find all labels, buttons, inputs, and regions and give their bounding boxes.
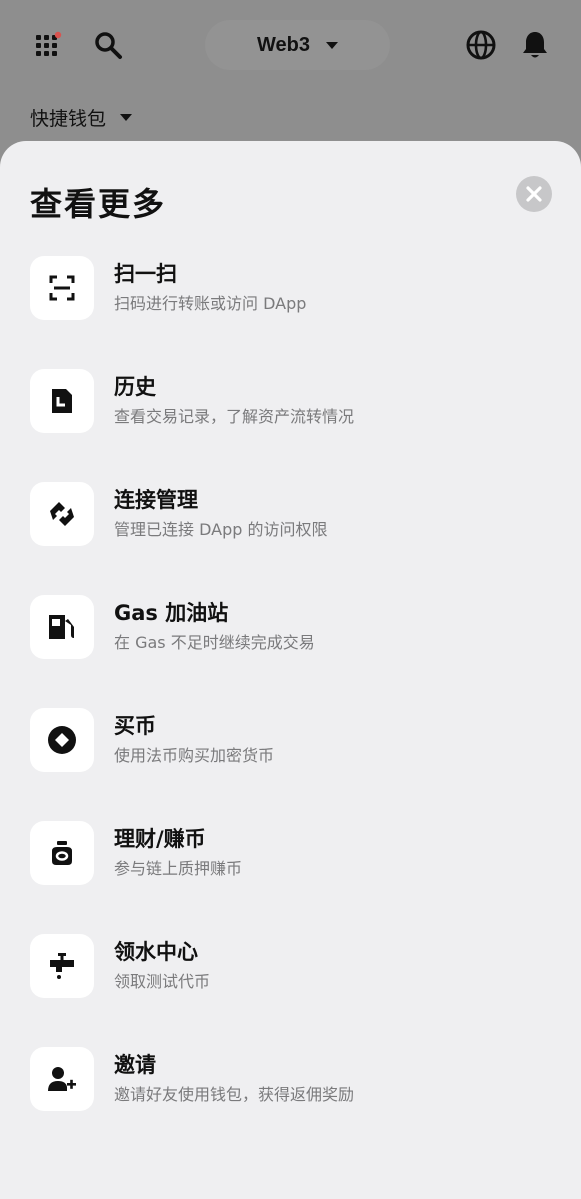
chevron-down-icon (120, 114, 133, 121)
menu-item-scan[interactable]: 扫一扫 扫码进行转账或访问 DApp (30, 255, 550, 321)
menu-item-label: 买币 (114, 714, 156, 738)
menu-item-label: 扫一扫 (114, 262, 177, 286)
more-options-sheet: 查看更多 扫一扫 扫码进行转账或访问 DApp 历史 查看交易记录，了解资产流转… (0, 141, 581, 1199)
chevron-down-icon (325, 41, 338, 49)
gas-station-icon (30, 595, 94, 659)
history-icon (30, 369, 94, 433)
menu-item-label: Gas 加油站 (114, 601, 229, 625)
earn-icon (30, 821, 94, 885)
menu-item-label: 理财/赚币 (114, 827, 206, 851)
menu-item-buy-crypto[interactable]: 买币 使用法币购买加密货币 (30, 707, 550, 773)
menu-item-description: 管理已连接 DApp 的访问权限 (114, 520, 328, 539)
menu-item-description: 扫码进行转账或访问 DApp (114, 294, 307, 313)
notification-dot (54, 31, 62, 39)
menu-item-description: 查看交易记录，了解资产流转情况 (114, 407, 355, 426)
menu-item-label: 连接管理 (114, 488, 198, 512)
menu-item-label: 历史 (114, 375, 156, 399)
invite-icon (30, 1047, 94, 1111)
menu-item-description: 使用法币购买加密货币 (114, 746, 275, 765)
faucet-icon (30, 934, 94, 998)
apps-grid-icon[interactable] (28, 25, 68, 65)
menu-item-invite[interactable]: 邀请 邀请好友使用钱包，获得返佣奖励 (30, 1046, 550, 1112)
search-icon[interactable] (88, 25, 128, 65)
network-label: Web3 (257, 33, 310, 56)
menu-item-description: 邀请好友使用钱包，获得返佣奖励 (114, 1085, 355, 1104)
menu-item-label: 领水中心 (114, 940, 198, 964)
buy-crypto-icon (30, 708, 94, 772)
menu-item-description: 参与链上质押赚币 (114, 859, 243, 878)
menu-item-description: 领取测试代币 (114, 972, 211, 991)
network-selector[interactable]: Web3 (205, 20, 390, 70)
top-bar: Web3 快捷钱包 (0, 0, 581, 140)
menu-item-label: 邀请 (114, 1053, 156, 1077)
wallet-selector[interactable]: 快捷钱包 (30, 104, 133, 131)
wallet-selector-label: 快捷钱包 (30, 108, 107, 130)
globe-icon[interactable] (461, 25, 501, 65)
connection-icon (30, 482, 94, 546)
menu-item-earn[interactable]: 理财/赚币 参与链上质押赚币 (30, 820, 550, 886)
menu-item-faucet[interactable]: 领水中心 领取测试代币 (30, 933, 550, 999)
menu-item-history[interactable]: 历史 查看交易记录，了解资产流转情况 (30, 368, 550, 434)
scan-icon (30, 256, 94, 320)
menu-item-gas-station[interactable]: Gas 加油站 在 Gas 不足时继续完成交易 (30, 594, 550, 660)
bell-icon[interactable] (515, 25, 555, 65)
menu-item-connections[interactable]: 连接管理 管理已连接 DApp 的访问权限 (30, 481, 550, 547)
close-icon (526, 186, 542, 202)
menu-item-description: 在 Gas 不足时继续完成交易 (114, 633, 315, 652)
sheet-title: 查看更多 (30, 185, 167, 223)
close-button[interactable] (516, 176, 552, 212)
